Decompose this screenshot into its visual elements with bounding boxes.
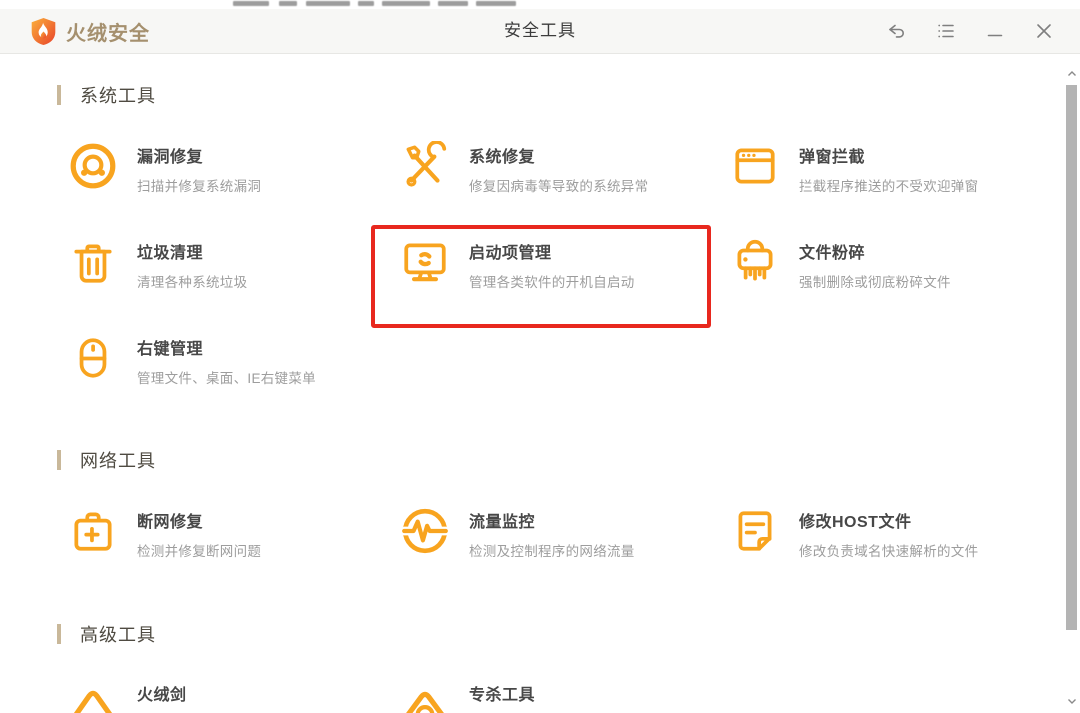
tool-name: 系统修复 (469, 143, 648, 167)
tool-name: 修改HOST文件 (799, 508, 978, 532)
app-window: 火绒安全 安全工具 (0, 0, 1080, 713)
tool-system-repair[interactable]: 系统修复 修复因病毒等导致的系统异常 (400, 140, 730, 194)
tool-desc: 拦截程序推送的不受欢迎弹窗 (799, 175, 978, 195)
app-brand: 火绒安全 (30, 9, 150, 53)
tool-name: 流量监控 (469, 508, 635, 532)
minimize-button[interactable] (985, 21, 1005, 41)
tool-special-kill[interactable]: 专杀工具 (400, 678, 730, 713)
tool-file-shredder[interactable]: 文件粉碎 强制删除或彻底粉碎文件 (730, 236, 1070, 290)
tool-name: 断网修复 (137, 508, 261, 532)
section-title: 高级工具 (80, 621, 156, 647)
tool-junk-cleaner[interactable]: 垃圾清理 清理各种系统垃圾 (68, 236, 400, 290)
huorong-sword-icon (68, 679, 118, 713)
tool-desc: 检测及控制程序的网络流量 (469, 540, 635, 560)
scrollbar-thumb[interactable] (1066, 85, 1077, 630)
section-marker (57, 624, 61, 644)
tool-desc: 清理各种系统垃圾 (137, 271, 247, 291)
host-file-edit-icon (730, 506, 780, 556)
tools-page: 系统工具 漏洞修复 扫描并修复系统漏洞 (0, 54, 1080, 713)
section-title: 网络工具 (80, 447, 156, 473)
tool-name: 专杀工具 (469, 681, 535, 705)
tool-desc: 修改负责域名快速解析的文件 (799, 540, 978, 560)
tool-desc: 管理文件、桌面、IE右键菜单 (137, 367, 316, 387)
tool-vulnerability-fix[interactable]: 漏洞修复 扫描并修复系统漏洞 (68, 140, 400, 194)
section-title: 系统工具 (80, 82, 156, 108)
tool-name: 文件粉碎 (799, 239, 951, 263)
tool-name: 启动项管理 (469, 239, 635, 263)
popup-blocker-icon (730, 141, 780, 191)
advanced-tools-grid: 火绒剑 专杀工具 (68, 678, 1080, 713)
section-marker (57, 450, 61, 470)
section-header-system-tools: 系统工具 (57, 83, 1080, 107)
special-kill-tool-icon (400, 679, 450, 713)
junk-cleaner-icon (68, 237, 118, 287)
tool-traffic-monitor[interactable]: 流量监控 检测及控制程序的网络流量 (400, 505, 730, 559)
tool-popup-blocker[interactable]: 弹窗拦截 拦截程序推送的不受欢迎弹窗 (730, 140, 1070, 194)
close-button[interactable] (1034, 21, 1054, 41)
app-name: 火绒安全 (66, 17, 150, 46)
startup-manager-icon (400, 237, 450, 287)
scroll-up-button[interactable] (1066, 68, 1078, 80)
network-tools-grid: 断网修复 检测并修复断网问题 流量监控 检测及控制程序的网络流量 (68, 505, 1080, 559)
tool-desc: 扫描并修复系统漏洞 (137, 175, 261, 195)
tool-desc: 管理各类软件的开机自启动 (469, 271, 635, 291)
window-controls (887, 9, 1054, 53)
tool-desc: 检测并修复断网问题 (137, 540, 261, 560)
back-button[interactable] (887, 21, 907, 41)
tool-name: 垃圾清理 (137, 239, 247, 263)
tool-network-repair[interactable]: 断网修复 检测并修复断网问题 (68, 505, 400, 559)
traffic-monitor-icon (400, 506, 450, 556)
system-tools-grid: 漏洞修复 扫描并修复系统漏洞 系统修复 修复因病毒等导致的系统异 (68, 140, 1080, 386)
section-header-network-tools: 网络工具 (57, 448, 1080, 472)
tool-huorong-sword[interactable]: 火绒剑 (68, 678, 400, 713)
menu-list-button[interactable] (936, 21, 956, 41)
tool-context-menu-manager[interactable]: 右键管理 管理文件、桌面、IE右键菜单 (68, 332, 400, 386)
section-header-advanced-tools: 高级工具 (57, 622, 1080, 646)
tool-startup-manager[interactable]: 启动项管理 管理各类软件的开机自启动 (400, 236, 730, 290)
scrollbar (1063, 54, 1080, 713)
tool-name: 弹窗拦截 (799, 143, 978, 167)
file-shredder-icon (730, 237, 780, 287)
window-behind-artifact (0, 0, 1080, 9)
tool-name: 右键管理 (137, 335, 316, 359)
tool-name: 火绒剑 (137, 681, 187, 705)
context-menu-manager-icon (68, 333, 118, 383)
section-marker (57, 85, 61, 105)
scroll-down-button[interactable] (1066, 695, 1078, 707)
tool-host-file-edit[interactable]: 修改HOST文件 修改负责域名快速解析的文件 (730, 505, 1070, 559)
tool-desc: 修复因病毒等导致的系统异常 (469, 175, 648, 195)
tool-desc: 强制删除或彻底粉碎文件 (799, 271, 951, 291)
vulnerability-fix-icon (68, 141, 118, 191)
tool-name: 漏洞修复 (137, 143, 261, 167)
system-repair-icon (400, 141, 450, 191)
titlebar: 火绒安全 安全工具 (0, 9, 1080, 54)
network-repair-icon (68, 506, 118, 556)
huorong-logo-icon (30, 17, 57, 46)
